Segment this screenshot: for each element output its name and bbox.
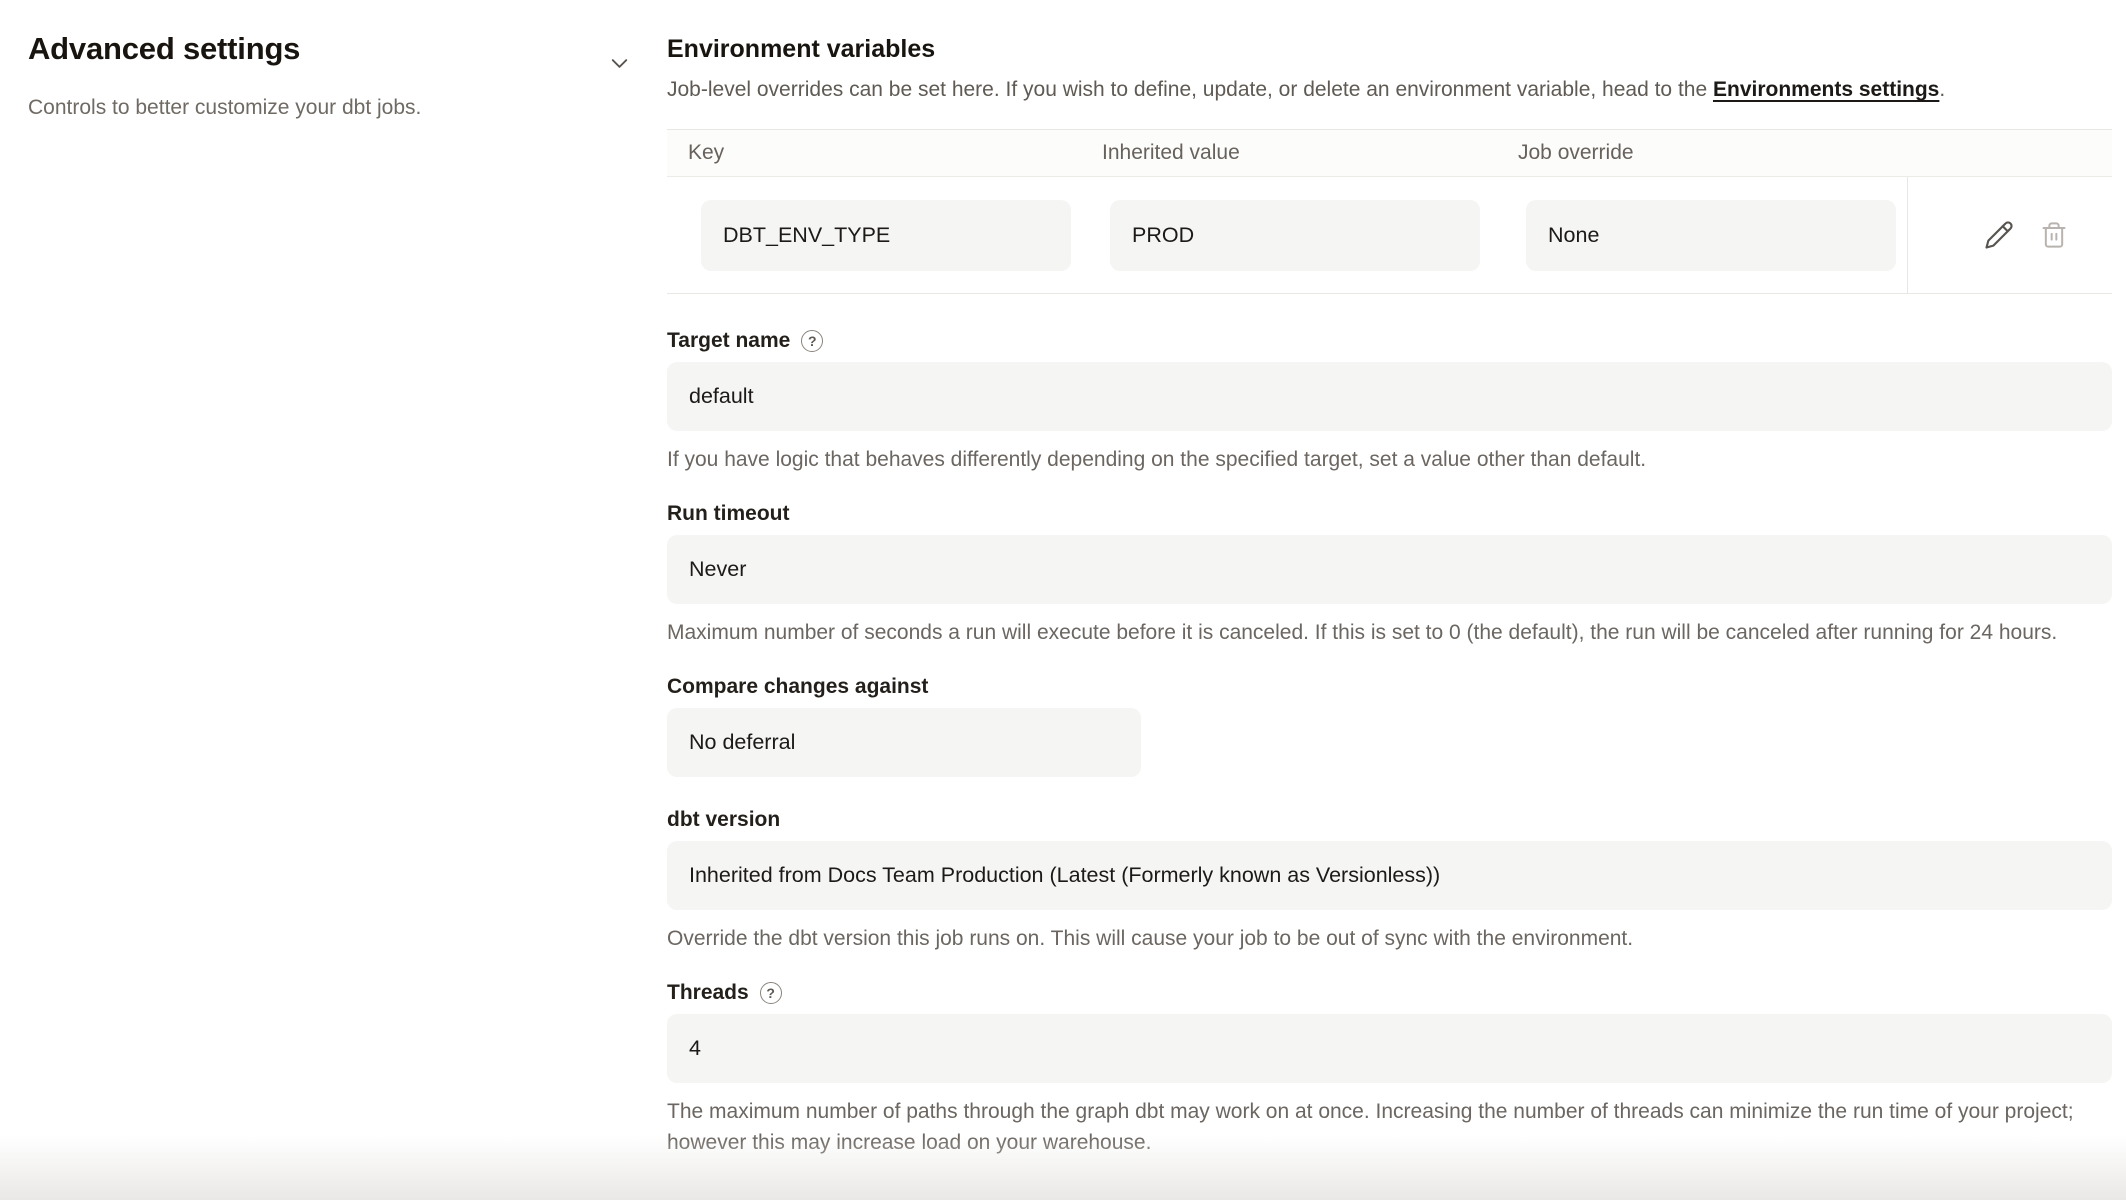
threads-input[interactable] [667, 1014, 2112, 1083]
dbt-version-label: dbt version [667, 807, 2112, 833]
run-timeout-label: Run timeout [667, 501, 2112, 527]
field-threads: Threads ? The maximum number of paths th… [667, 980, 2112, 1158]
env-vars-description: Job-level overrides can be set here. If … [667, 74, 2112, 105]
env-var-inherited-cell: PROD [1088, 177, 1502, 293]
page-title: Advanced settings [28, 30, 300, 68]
field-compare-changes: Compare changes against [667, 674, 2112, 777]
collapse-section-button[interactable] [600, 44, 639, 83]
help-icon[interactable]: ? [801, 330, 823, 352]
target-name-label: Target name ? [667, 328, 2112, 354]
env-var-override-value[interactable]: None [1526, 200, 1896, 271]
column-header-inherited-value: Inherited value [1088, 141, 1502, 165]
env-var-key-value[interactable]: DBT_ENV_TYPE [701, 200, 1071, 271]
env-vars-description-text: Job-level overrides can be set here. If … [667, 78, 1713, 101]
dbt-version-input[interactable] [667, 841, 2112, 910]
edit-icon [1984, 220, 2014, 250]
column-header-job-override: Job override [1502, 141, 1907, 165]
dbt-version-label-text: dbt version [667, 807, 780, 833]
field-dbt-version: dbt version Override the dbt version thi… [667, 807, 2112, 954]
chevron-down-icon [606, 50, 633, 77]
compare-changes-input[interactable] [667, 708, 1141, 777]
page-subtitle: Controls to better customize your dbt jo… [28, 94, 639, 122]
run-timeout-help-text: Maximum number of seconds a run will exe… [667, 617, 2107, 648]
run-timeout-input[interactable] [667, 535, 2112, 604]
advanced-settings-form: Environment variables Job-level override… [645, 0, 2126, 1200]
help-icon[interactable]: ? [760, 982, 782, 1004]
threads-label-text: Threads [667, 980, 749, 1006]
compare-changes-label: Compare changes against [667, 674, 2112, 700]
target-name-input[interactable] [667, 362, 2112, 431]
delete-icon [2040, 221, 2068, 249]
threads-label: Threads ? [667, 980, 2112, 1006]
table-row: DBT_ENV_TYPE PROD None [667, 177, 2112, 293]
env-vars-table: Key Inherited value Job override DBT_ENV… [667, 129, 2112, 294]
env-var-override-cell: None [1502, 177, 1907, 293]
env-var-key-cell: DBT_ENV_TYPE [667, 177, 1088, 293]
target-name-help-text: If you have logic that behaves different… [667, 444, 2107, 475]
advanced-settings-page: Advanced settings Controls to better cus… [0, 0, 2126, 1200]
field-run-timeout: Run timeout Maximum number of seconds a … [667, 501, 2112, 648]
left-panel-header: Advanced settings [28, 30, 639, 83]
env-var-inherited-value[interactable]: PROD [1110, 200, 1480, 271]
edit-env-var-button[interactable] [1980, 216, 2018, 254]
env-var-row-actions [1907, 177, 2112, 293]
field-target-name: Target name ? If you have logic that beh… [667, 328, 2112, 475]
target-name-label-text: Target name [667, 328, 790, 354]
delete-env-var-button[interactable] [2036, 217, 2072, 253]
run-timeout-label-text: Run timeout [667, 501, 789, 527]
env-vars-heading: Environment variables [667, 32, 2112, 66]
environments-settings-link[interactable]: Environments settings [1713, 78, 1939, 101]
env-vars-table-header: Key Inherited value Job override [667, 130, 2112, 177]
env-vars-description-suffix: . [1939, 78, 1945, 101]
settings-section-summary: Advanced settings Controls to better cus… [0, 0, 645, 1200]
compare-changes-label-text: Compare changes against [667, 674, 928, 700]
dbt-version-help-text: Override the dbt version this job runs o… [667, 923, 2107, 954]
column-header-key: Key [667, 141, 1088, 165]
threads-help-text: The maximum number of paths through the … [667, 1096, 2107, 1158]
